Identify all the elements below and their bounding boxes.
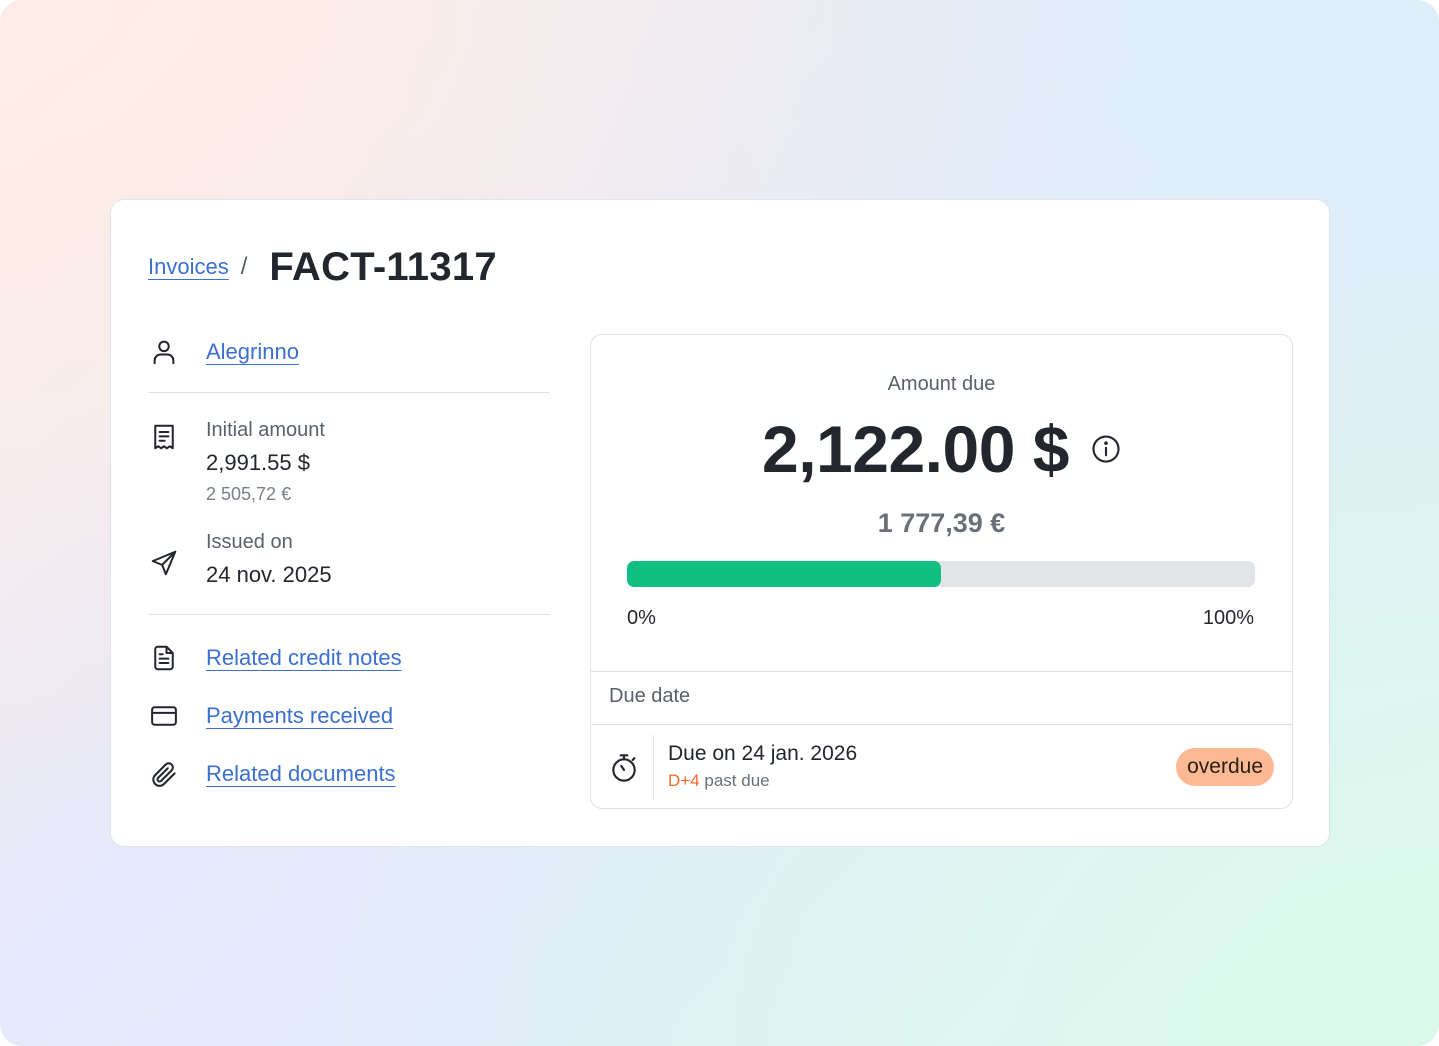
credit-notes-row: Related credit notes xyxy=(148,641,550,675)
amount-due-label: Amount due xyxy=(887,373,996,395)
paperclip-icon xyxy=(148,758,180,790)
due-date-title: Due on 24 jan. 2026 xyxy=(668,742,858,765)
page-title: FACT-11317 xyxy=(269,244,497,289)
stopwatch-icon xyxy=(608,752,640,784)
customer-row: Alegrinno xyxy=(148,330,550,374)
progress-min-label: 0% xyxy=(627,607,656,629)
user-icon xyxy=(148,336,180,368)
divider xyxy=(591,671,1292,672)
amount-due-value: 2,122.00 $ xyxy=(762,412,1069,486)
divider xyxy=(653,735,654,800)
initial-amount-label: Initial amount xyxy=(206,419,325,441)
send-icon xyxy=(148,547,180,579)
payments-row: Payments received xyxy=(148,699,550,733)
status-badge: overdue xyxy=(1176,748,1274,786)
amount-due-row: 2,122.00 $ xyxy=(591,411,1292,487)
document-icon xyxy=(148,642,180,674)
receipt-icon xyxy=(148,421,180,453)
breadcrumb-invoices-link[interactable]: Invoices xyxy=(148,254,229,280)
amount-due-panel: Amount due 2,122.00 $ 1 777,39 € 0% 100%… xyxy=(590,334,1293,809)
due-date-subtitle: D+4 past due xyxy=(668,771,857,791)
days-past-due: D+4 xyxy=(668,771,700,790)
documents-row: Related documents xyxy=(148,757,550,791)
initial-amount-converted: 2 505,72 € xyxy=(206,484,292,504)
related-credit-notes-link[interactable]: Related credit notes xyxy=(206,645,402,671)
divider xyxy=(148,392,550,393)
invoice-details: Alegrinno Initial amount 2,991.55 $ 2 50… xyxy=(148,330,550,791)
credit-card-icon xyxy=(148,700,180,732)
amount-due-converted: 1 777,39 € xyxy=(877,508,1006,538)
issued-row: Issued on 24 nov. 2025 xyxy=(148,531,550,588)
payment-progress-fill xyxy=(627,561,941,587)
invoice-card: Invoices / FACT-11317 Alegrinno Initial … xyxy=(110,199,1330,847)
initial-amount-row: Initial amount 2,991.55 $ 2 505,72 € xyxy=(148,419,550,505)
due-date-row: Due on 24 jan. 2026 D+4 past due overdue xyxy=(591,725,1292,808)
breadcrumb-separator: / xyxy=(240,253,248,280)
page-background: Invoices / FACT-11317 Alegrinno Initial … xyxy=(0,0,1439,1046)
breadcrumb: Invoices / FACT-11317 xyxy=(148,242,497,292)
issued-value: 24 nov. 2025 xyxy=(206,562,332,587)
due-date-header: Due date xyxy=(609,685,691,707)
initial-amount-value: 2,991.55 $ xyxy=(206,450,310,475)
payments-received-link[interactable]: Payments received xyxy=(206,703,393,729)
info-icon[interactable] xyxy=(1091,434,1121,464)
customer-link[interactable]: Alegrinno xyxy=(206,339,299,365)
related-documents-link[interactable]: Related documents xyxy=(206,761,396,787)
divider xyxy=(148,614,550,615)
past-due-label: past due xyxy=(699,771,770,790)
issued-label: Issued on xyxy=(206,531,293,553)
payment-progress-bar xyxy=(627,561,1255,587)
progress-max-label: 100% xyxy=(1202,607,1254,629)
